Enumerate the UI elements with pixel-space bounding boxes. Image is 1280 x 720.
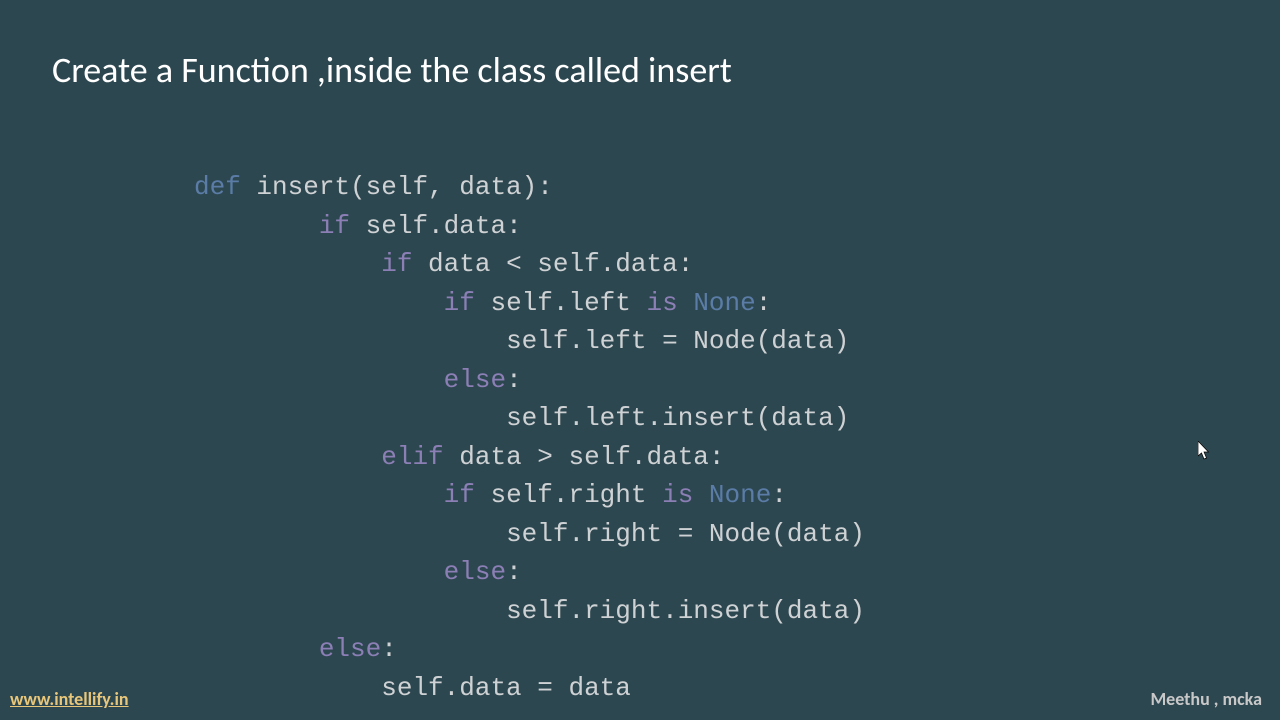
keyword-if: if — [381, 249, 412, 279]
keyword-is: is — [662, 480, 693, 510]
code-text: self.data: — [350, 211, 522, 241]
keyword-if: if — [319, 211, 350, 241]
code-indent — [194, 249, 381, 279]
footer-author: Meethu , mcka — [1150, 688, 1262, 710]
keyword-else: else — [444, 365, 506, 395]
keyword-is: is — [647, 288, 678, 318]
code-indent — [194, 211, 319, 241]
code-indent — [194, 596, 506, 626]
code-text — [678, 288, 694, 318]
mouse-cursor-icon — [1198, 441, 1212, 461]
code-block: def insert(self, data): if self.data: if… — [194, 168, 865, 707]
code-indent — [194, 480, 444, 510]
code-text: data < self.data: — [412, 249, 693, 279]
code-indent — [194, 288, 444, 318]
code-indent — [194, 557, 444, 587]
code-text: : — [771, 480, 787, 510]
code-indent — [194, 403, 506, 433]
code-indent — [194, 442, 381, 472]
code-text — [693, 480, 709, 510]
code-text: self.right = Node(data) — [506, 519, 865, 549]
code-indent — [194, 365, 444, 395]
code-text: : — [756, 288, 772, 318]
code-text: : — [506, 557, 522, 587]
footer-link[interactable]: www.intellify.in — [10, 688, 129, 710]
code-text: : — [506, 365, 522, 395]
code-text: self.right.insert(data) — [506, 596, 865, 626]
keyword-else: else — [444, 557, 506, 587]
keyword-else: else — [319, 634, 381, 664]
code-text: self.left = Node(data) — [506, 326, 849, 356]
code-indent — [194, 519, 506, 549]
code-text: self.left — [475, 288, 647, 318]
code-indent — [194, 673, 381, 703]
keyword-def: def — [194, 172, 241, 202]
slide-title: Create a Function ,inside the class call… — [52, 48, 732, 92]
keyword-none: None — [693, 288, 755, 318]
code-text: self.left.insert(data) — [506, 403, 849, 433]
keyword-if: if — [444, 288, 475, 318]
keyword-if: if — [444, 480, 475, 510]
code-text: data > self.data: — [444, 442, 725, 472]
code-text: self.data = data — [381, 673, 631, 703]
code-text: : — [381, 634, 397, 664]
code-indent — [194, 634, 319, 664]
keyword-none: None — [709, 480, 771, 510]
code-text: insert(self, data): — [241, 172, 553, 202]
code-text: self.right — [475, 480, 662, 510]
keyword-elif: elif — [381, 442, 443, 472]
code-indent — [194, 326, 506, 356]
